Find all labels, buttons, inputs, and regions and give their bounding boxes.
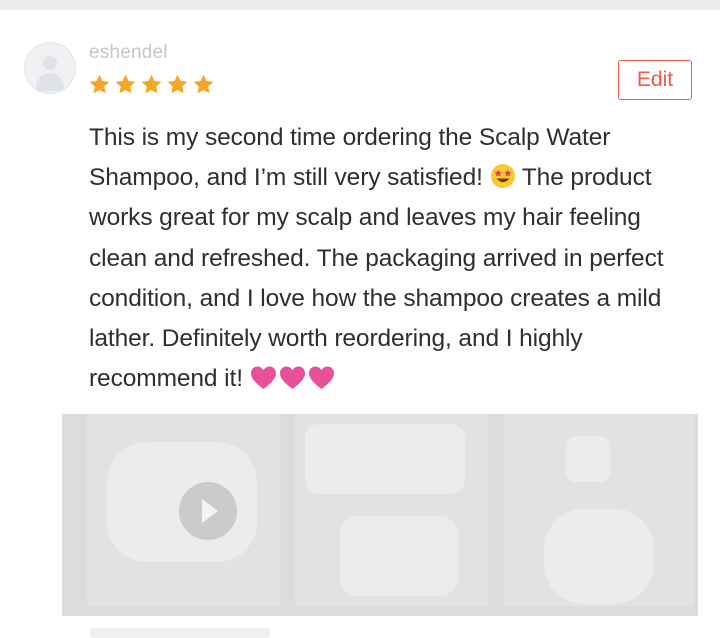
product-shape: [305, 424, 465, 494]
product-shape: [566, 436, 610, 482]
heart-emojis: [250, 364, 337, 404]
review-image-thumbnail[interactable]: [504, 414, 694, 606]
star-icon: [89, 74, 110, 94]
review-video-thumbnail[interactable]: [87, 414, 280, 606]
review-text-part2: The product works great for my scalp and…: [89, 164, 664, 393]
next-review-preview: [90, 628, 270, 638]
pink-heart-icon: [250, 366, 276, 390]
review-media-gallery: [62, 414, 698, 616]
review-text: This is my second time ordering the Scal…: [89, 118, 704, 404]
pink-heart-icon: [308, 366, 334, 390]
star-icon: [115, 74, 136, 94]
star-icon: [193, 74, 214, 94]
star-rating: [88, 73, 215, 96]
avatar-body-shape: [36, 73, 64, 91]
avatar-head-shape: [43, 56, 57, 70]
review-image-thumbnail[interactable]: [295, 414, 488, 606]
product-shape: [544, 509, 654, 604]
star-struck-emoji: [490, 164, 515, 189]
reviewer-username: eshendel: [89, 42, 168, 63]
edit-button[interactable]: Edit: [618, 60, 692, 100]
play-icon[interactable]: [179, 482, 237, 540]
pink-heart-icon: [279, 366, 305, 390]
product-shape: [340, 516, 458, 596]
avatar[interactable]: [24, 42, 76, 94]
star-icon: [141, 74, 162, 94]
star-icon: [167, 74, 188, 94]
top-divider: [0, 0, 720, 10]
